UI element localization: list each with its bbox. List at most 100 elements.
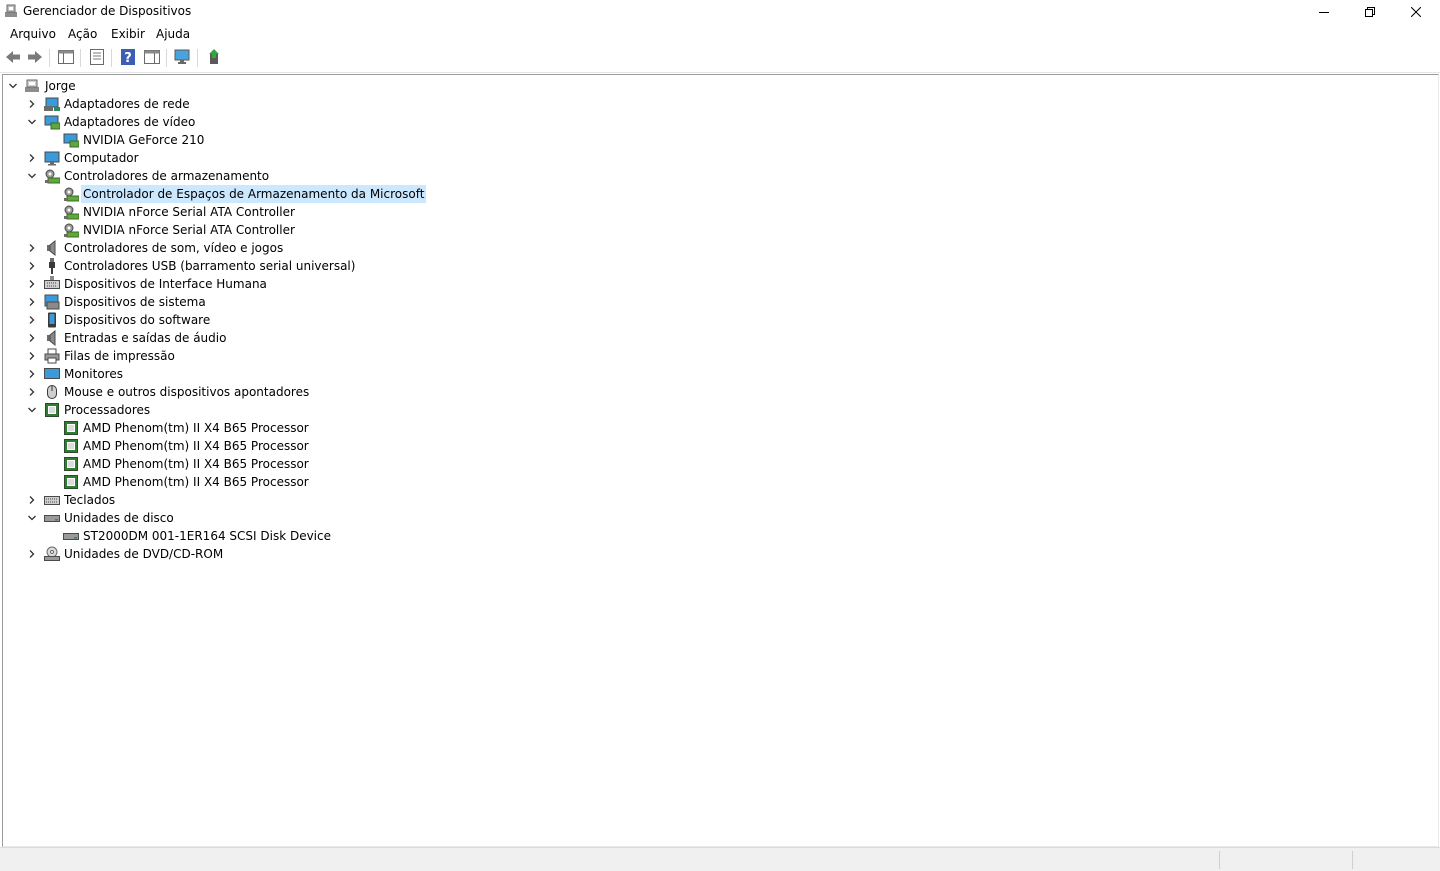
collapse-chevron-icon[interactable] [25,167,39,185]
collapse-chevron-icon[interactable] [25,401,39,419]
monitor-icon [44,366,60,382]
disk-drive-icon [44,510,60,526]
menu-arquivo[interactable]: Arquivo [8,27,58,41]
tree-node-processadores[interactable]: Processadores [3,401,1438,419]
properties-icon [90,48,104,68]
tree-node-adaptadores-de-video[interactable]: Adaptadores de vídeo [3,113,1438,131]
tree-node-adaptadores-de-rede[interactable]: Adaptadores de rede [3,95,1438,113]
tree-node-label: Adaptadores de vídeo [64,115,196,129]
tree-node-unidades-de-disco[interactable]: Unidades de disco [3,509,1438,527]
status-bar [0,847,1440,871]
expand-chevron-icon[interactable] [25,383,39,401]
tree-node-monitores[interactable]: Monitores [3,365,1438,383]
tree-node-controladores-de-armazenamento[interactable]: Controladores de armazenamento [3,167,1438,185]
expand-chevron-icon[interactable] [25,491,39,509]
tree-node-label: NVIDIA nForce Serial ATA Controller [83,223,295,237]
title-bar[interactable]: Gerenciador de Dispositivos [0,0,1440,24]
device-tree[interactable]: Jorge Adaptadores de rede Adaptadores de … [2,74,1439,847]
network-adapter-icon [44,96,60,112]
tree-node-controladores-de-som-video-e-jogos[interactable]: Controladores de som, vídeo e jogos [3,239,1438,257]
speaker-icon [44,329,60,347]
tree-node-label: Processadores [64,403,151,417]
tree-node-controladores-usb-barramento-serial-universal[interactable]: Controladores USB (barramento serial uni… [3,257,1438,275]
collapse-chevron-icon[interactable] [25,509,39,527]
restore-button[interactable] [1347,0,1393,24]
tree-node-label: AMD Phenom(tm) II X4 B65 Processor [83,457,309,471]
collapse-chevron-icon[interactable] [25,113,39,131]
tree-node-label: Controladores de som, vídeo e jogos [64,241,284,255]
tree-node-dispositivos-do-software[interactable]: Dispositivos do software [3,311,1438,329]
expand-chevron-icon[interactable] [25,329,39,347]
tree-node-label: Controladores de armazenamento [64,169,270,183]
back-button[interactable] [3,49,23,67]
collapse-chevron-icon[interactable] [6,77,20,95]
tree-node-dispositivos-de-sistema[interactable]: Dispositivos de sistema [3,293,1438,311]
tree-node-nvidia-geforce-210[interactable]: NVIDIA GeForce 210 [3,131,1438,149]
tree-root-label: Jorge [45,79,76,93]
tree-node-st2000dm-001-1er164-scsi-disk-device[interactable]: ST2000DM 001-1ER164 SCSI Disk Device [3,527,1438,545]
processor-icon [63,438,79,454]
tree-node-label: Filas de impressão [64,349,175,363]
device-manager-app-icon [3,3,19,19]
expand-chevron-icon[interactable] [25,275,39,293]
menu-ajuda[interactable]: Ajuda [154,27,192,41]
hid-icon [44,276,60,292]
tree-node-nvidia-nforce-serial-ata-controller[interactable]: NVIDIA nForce Serial ATA Controller [3,221,1438,239]
storage-controller-icon [63,222,80,238]
storage-controller-icon [63,204,80,220]
display-adapter-icon [63,132,80,148]
tree-node-amd-phenom-tm-ii-x4-b65-processor[interactable]: AMD Phenom(tm) II X4 B65 Processor [3,437,1438,455]
show-hide-console-tree-button[interactable] [56,49,76,67]
tree-node-mouse-e-outros-dispositivos-apontadores[interactable]: Mouse e outros dispositivos apontadores [3,383,1438,401]
close-icon [1411,7,1421,17]
add-legacy-hardware-button[interactable] [204,48,224,68]
expand-chevron-icon[interactable] [25,149,39,167]
tree-node-label: Teclados [64,493,116,507]
add-legacy-hardware-icon [207,48,221,68]
dvd-drive-icon [44,546,60,562]
properties-button[interactable] [87,48,107,68]
expand-chevron-icon[interactable] [25,293,39,311]
tree-node-computador[interactable]: Computador [3,149,1438,167]
expand-chevron-icon[interactable] [25,257,39,275]
tree-node-teclados[interactable]: Teclados [3,491,1438,509]
help-button[interactable]: ? [118,48,138,67]
tree-node-amd-phenom-tm-ii-x4-b65-processor[interactable]: AMD Phenom(tm) II X4 B65 Processor [3,455,1438,473]
tree-node-amd-phenom-tm-ii-x4-b65-processor[interactable]: AMD Phenom(tm) II X4 B65 Processor [3,419,1438,437]
scan-hardware-button[interactable] [173,49,193,67]
tree-node-filas-de-impressao[interactable]: Filas de impressão [3,347,1438,365]
window-title: Gerenciador de Dispositivos [23,4,192,18]
back-arrow-icon [5,50,21,67]
close-button[interactable] [1393,0,1439,24]
tree-node-entradas-e-saidas-de-audio[interactable]: Entradas e saídas de áudio [3,329,1438,347]
tree-node-nvidia-nforce-serial-ata-controller[interactable]: NVIDIA nForce Serial ATA Controller [3,203,1438,221]
software-device-icon [44,312,60,328]
menu-exibir[interactable]: Exibir [109,27,147,41]
tree-node-dispositivos-de-interface-humana[interactable]: Dispositivos de Interface Humana [3,275,1438,293]
tree-node-controlador-de-espacos-de-armazenamento-da-microsoft[interactable]: Controlador de Espaços de Armazenamento … [3,185,1438,203]
scan-hardware-icon [174,49,192,68]
expand-chevron-icon[interactable] [25,311,39,329]
tree-node-label: Controladores USB (barramento serial uni… [64,259,356,273]
tree-node-amd-phenom-tm-ii-x4-b65-processor[interactable]: AMD Phenom(tm) II X4 B65 Processor [3,473,1438,491]
forward-button[interactable] [25,49,45,67]
expand-chevron-icon[interactable] [25,95,39,113]
expand-chevron-icon[interactable] [25,545,39,563]
tree-node-label: Dispositivos do software [64,313,211,327]
minimize-button[interactable] [1301,0,1347,24]
expand-chevron-icon[interactable] [25,365,39,383]
tree-node-label: NVIDIA nForce Serial ATA Controller [83,205,295,219]
forward-arrow-icon [27,50,43,67]
tree-node-label: AMD Phenom(tm) II X4 B65 Processor [83,421,309,435]
expand-chevron-icon[interactable] [25,239,39,257]
menu-acao[interactable]: Ação [66,27,99,41]
tree-node-label: Dispositivos de Interface Humana [64,277,267,291]
processor-icon [63,420,79,436]
action-pane-button[interactable] [142,49,162,67]
tree-node-unidades-de-dvd-cd-rom[interactable]: Unidades de DVD/CD-ROM [3,545,1438,563]
expand-chevron-icon[interactable] [25,347,39,365]
computer-root-icon [24,78,40,94]
tree-node-label: Monitores [64,367,123,381]
action-pane-icon [144,49,160,67]
mouse-icon [44,384,60,400]
